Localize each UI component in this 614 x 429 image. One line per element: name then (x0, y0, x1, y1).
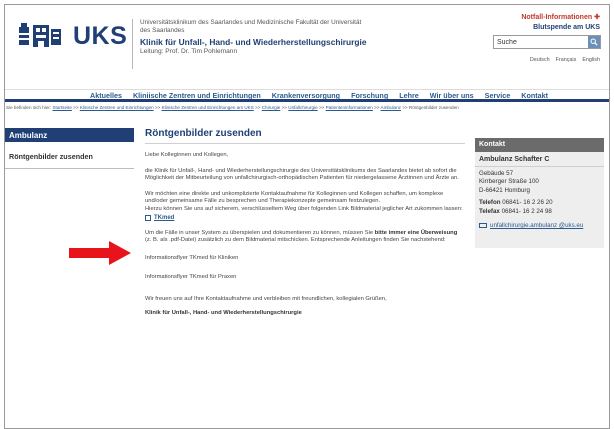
search-icon (590, 38, 598, 46)
breadcrumb-startseite[interactable]: Startseite (52, 105, 71, 110)
salutation: Liebe Kolleginnen und Kollegen, (145, 152, 229, 158)
nav-service[interactable]: Service (485, 91, 511, 100)
breadcrumb-klinische-zentren[interactable]: Klinische Zentren und Einrichtungen (80, 105, 154, 110)
contact-email: unfallchirurgie.ambulanz @uks.eu (490, 222, 584, 230)
nav-wir-ueber-uns[interactable]: Wir über uns (430, 91, 474, 100)
header-quick-links: Notfall-Informationen ✚ Blutspende am UKS (521, 13, 600, 33)
main-navigation: Aktuelles Kliniische Zentren und Einrich… (5, 89, 609, 102)
nav-klinische-zentren[interactable]: Kliniische Zentren und Einrichtungen (133, 91, 261, 100)
breadcrumb: Sie befinden sich hier: Startseite >> Kl… (6, 105, 459, 110)
main-content: Röntgenbilder zusenden Liebe Kolleginnen… (145, 128, 465, 316)
breadcrumb-current: Röntgenbilder zusenden (408, 105, 459, 110)
contact-address: Gebäude 57 Kirrberger Straße 100 D-66421… (479, 170, 539, 194)
header-divider (132, 19, 133, 69)
site-header: UKS Universitätsklinikum des Saarlandes … (5, 5, 609, 89)
language-switcher: Deutsch Français English (530, 57, 600, 63)
sidebar-item-roentgenbilder[interactable]: Röntgenbilder zusenden (5, 142, 134, 161)
blood-donation-link[interactable]: Blutspende am UKS (521, 23, 600, 33)
search-box (493, 35, 601, 49)
nav-kontakt[interactable]: Kontakt (521, 91, 548, 100)
nav-aktuelles[interactable]: Aktuelles (90, 91, 122, 100)
envelope-icon (479, 223, 487, 229)
breadcrumb-ambulanz[interactable]: Ambulanz (381, 105, 401, 110)
emergency-link[interactable]: Notfall-Informationen ✚ (521, 13, 600, 23)
contact-name: Ambulanz Schafter C (475, 152, 604, 167)
external-link-icon (145, 214, 151, 221)
nav-lehre[interactable]: Lehre (399, 91, 419, 100)
red-arrow-icon (69, 241, 131, 270)
contact-paragraph: Wir möchten eine direkte und unkomplizie… (145, 190, 444, 205)
plus-icon: ✚ (594, 14, 600, 21)
lang-deutsch[interactable]: Deutsch (530, 57, 550, 63)
intro-paragraph: die Klinik für Unfall-, Hand- und Wieder… (145, 167, 459, 182)
breadcrumb-unfallchirurgie[interactable]: Unfallchirurgie (288, 105, 317, 110)
search-button[interactable] (588, 36, 600, 48)
institution-block: Universitätsklinikum des Saarlandes und … (140, 19, 370, 55)
clinic-head: Leitung: Prof. Dr. Tim Pohlemann (140, 48, 238, 55)
tkmed-link-label: TKmed (154, 214, 175, 221)
contact-box: Kontakt Ambulanz Schafter C Gebäude 57 K… (475, 138, 604, 248)
sidebar-title[interactable]: Ambulanz (5, 128, 134, 142)
uks-logo[interactable]: UKS (17, 21, 127, 51)
contact-fax: Telefax 06841- 16 2 24 98 (479, 207, 552, 215)
link-paragraph: Hierzu können Sie uns auf sicherem, vers… (145, 205, 463, 212)
breadcrumb-chirurgie[interactable]: Chirurgie (262, 105, 281, 110)
lang-francais[interactable]: Français (556, 57, 577, 63)
page-title: Röntgenbilder zusenden (145, 128, 465, 144)
sidebar-divider (5, 168, 134, 169)
flyer-praxen[interactable]: Informationsflyer TKmed für Praxen (145, 274, 465, 282)
lang-english[interactable]: English (582, 57, 600, 63)
tkmed-link[interactable]: TKmed (145, 214, 465, 221)
sidebar: Ambulanz Röntgenbilder zusenden (5, 128, 134, 169)
search-input[interactable] (494, 36, 588, 48)
referral-paragraph: Um die Fälle in unser System zu überspie… (145, 229, 458, 244)
breadcrumb-patienteninformationen[interactable]: Patienteninformationen (326, 105, 373, 110)
contact-phone: Telefon 06841- 16 2 26 20 (479, 199, 553, 207)
closing-text: Wir freuen uns auf Ihre Kontaktaufnahme … (145, 295, 387, 302)
uks-emblem-icon (17, 21, 67, 51)
nav-krankenversorgung[interactable]: Krankenversorgung (272, 91, 340, 100)
university-name: Universitätsklinikum des Saarlandes und … (140, 19, 362, 34)
browser-frame: UKS Universitätsklinikum des Saarlandes … (4, 4, 610, 429)
contact-phone-block: Telefon 06841- 16 2 26 20 Telefax 06841-… (475, 195, 604, 216)
clinic-name: Klinik für Unfall-, Hand- und Wiederhers… (140, 37, 367, 47)
nav-forschung[interactable]: Forschung (351, 91, 388, 100)
logo-wordmark: UKS (73, 21, 128, 50)
breadcrumb-prefix: Sie befinden sich hier: (6, 105, 52, 110)
signature: Klinik für Unfall-, Hand- und Wiederhers… (145, 309, 302, 316)
contact-title: Kontakt (475, 138, 604, 152)
contact-email-link[interactable]: unfallchirurgie.ambulanz @uks.eu (475, 216, 604, 229)
flyer-kliniken[interactable]: Informationsflyer TKmed für Kliniken (145, 255, 465, 263)
breadcrumb-zentren-uks[interactable]: Klinische Zentren und Einrichtungen am U… (162, 105, 254, 110)
referral-emphasis: bitte immer eine Überweisung (374, 229, 458, 236)
